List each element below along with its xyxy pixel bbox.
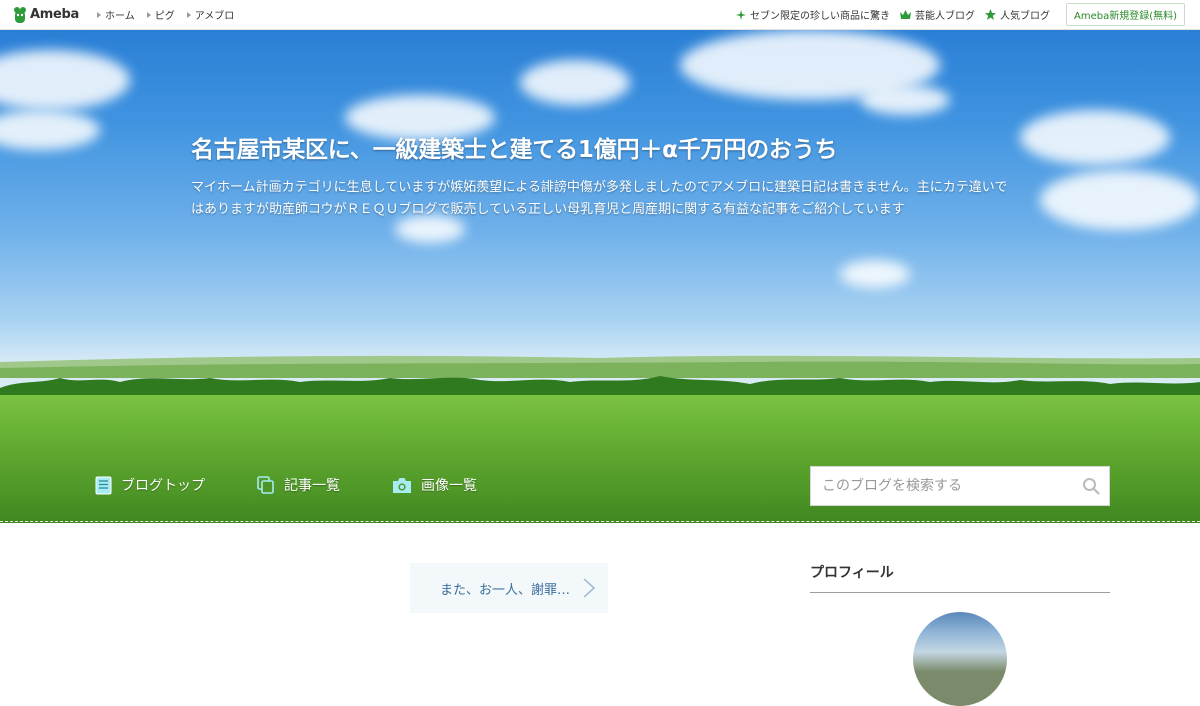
- blog-header: 名古屋市某区に、一級建築士と建てる1億円＋α千万円のおうち マイホーム計画カテゴ…: [0, 30, 1200, 523]
- nav-home-label: ホーム: [105, 11, 135, 22]
- profile-divider: [810, 592, 1110, 593]
- sparkle-icon: [735, 9, 746, 20]
- blog-description: マイホーム計画カテゴリに生息していますが嫉妬羨望による誹謗中傷が多発しましたので…: [191, 180, 1008, 217]
- nav-ameblo-link[interactable]: アメブロ: [186, 7, 235, 22]
- header-divider: [0, 521, 1200, 523]
- crown-icon: [899, 10, 911, 19]
- nav-pigg-link[interactable]: ピグ: [146, 7, 175, 22]
- global-nav: ホーム ピグ アメブロ: [97, 7, 246, 22]
- blog-search-input[interactable]: [811, 478, 1082, 494]
- cloud-decoration: [840, 260, 910, 288]
- celebrity-blog-link[interactable]: 芸能人ブログ: [899, 7, 975, 22]
- cloud-decoration: [860, 85, 950, 115]
- triangle-right-icon: [186, 11, 191, 18]
- previous-article-link[interactable]: また、お一人、謝罪…: [410, 563, 608, 613]
- cloud-decoration: [1040, 170, 1200, 230]
- blog-title[interactable]: 名古屋市某区に、一級建築士と建てる1億円＋α千万円のおうち: [191, 130, 838, 164]
- triangle-right-icon: [146, 11, 151, 18]
- document-icon: [95, 476, 112, 494]
- previous-article-label: また、お一人、謝罪…: [440, 582, 571, 598]
- popular-blog-link[interactable]: 人気ブログ: [984, 7, 1050, 22]
- seven-promo-link[interactable]: セブン限定の珍しい商品に驚き: [735, 7, 890, 22]
- celebrity-blog-label: 芸能人ブログ: [914, 11, 975, 22]
- article-list-link[interactable]: 記事一覧: [257, 475, 340, 495]
- copy-icon: [257, 476, 274, 494]
- signup-button[interactable]: Ameba新規登録(無料): [1065, 3, 1185, 26]
- nav-ameblo-label: アメブロ: [194, 11, 235, 22]
- triangle-right-icon: [97, 11, 102, 18]
- nav-home-link[interactable]: ホーム: [97, 7, 135, 22]
- ameba-logo[interactable]: Ameba: [13, 0, 79, 30]
- ameba-mascot-icon: [14, 6, 26, 23]
- camera-icon: [393, 477, 411, 493]
- cloud-decoration: [0, 50, 130, 110]
- profile-avatar[interactable]: [913, 612, 1007, 706]
- nav-pigg-label: ピグ: [154, 11, 175, 22]
- search-icon[interactable]: [1082, 477, 1100, 495]
- image-list-link[interactable]: 画像一覧: [392, 475, 477, 495]
- promo-links: セブン限定の珍しい商品に驚き 芸能人ブログ 人気ブログ Ameba新規登録(無料…: [735, 3, 1200, 26]
- blog-top-link[interactable]: ブログトップ: [95, 475, 205, 495]
- cloud-decoration: [520, 60, 630, 105]
- blog-nav: ブログトップ 記事一覧 画像一覧: [95, 475, 529, 495]
- profile-heading: プロフィール: [810, 565, 894, 581]
- blog-search-box: [810, 466, 1110, 506]
- article-list-label: 記事一覧: [284, 478, 340, 494]
- logo-text: Ameba: [30, 7, 80, 22]
- popular-blog-label: 人気ブログ: [999, 11, 1050, 22]
- global-header: Ameba ホーム ピグ アメブロ セブン限定の珍しい商品に驚き 芸能人ブログ …: [0, 0, 1200, 30]
- cloud-decoration: [1020, 110, 1170, 165]
- star-icon: [984, 9, 996, 20]
- chevron-right-icon: [583, 578, 596, 598]
- image-list-label: 画像一覧: [421, 478, 477, 494]
- seven-promo-label: セブン限定の珍しい商品に驚き: [749, 11, 890, 22]
- cloud-decoration: [0, 110, 100, 150]
- blog-top-label: ブログトップ: [121, 478, 205, 494]
